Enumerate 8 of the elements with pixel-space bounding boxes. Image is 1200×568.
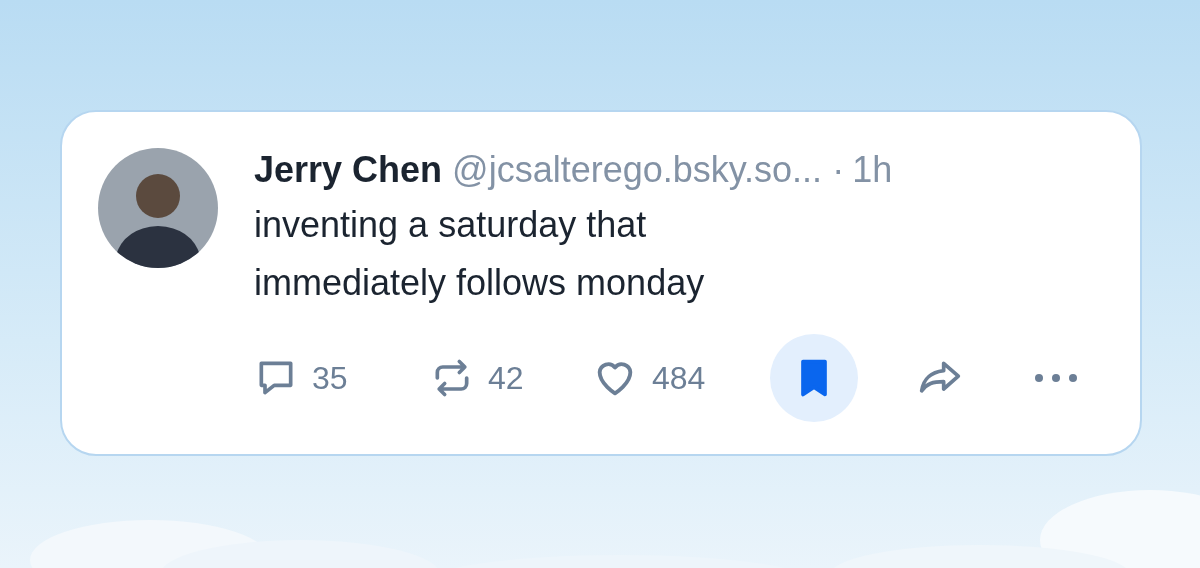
author-name[interactable]: Jerry Chen: [254, 148, 443, 192]
post-text: inventing a saturday that immediately follows monday: [254, 203, 706, 305]
separator: ·: [832, 148, 845, 192]
like-button[interactable]: 484: [592, 355, 770, 401]
author-handle[interactable]: @jcsalterego.bsky.so...: [452, 148, 823, 192]
post-time[interactable]: 1h: [852, 148, 893, 192]
repost-button[interactable]: 42: [430, 356, 592, 400]
reply-button[interactable]: 35: [254, 356, 430, 400]
